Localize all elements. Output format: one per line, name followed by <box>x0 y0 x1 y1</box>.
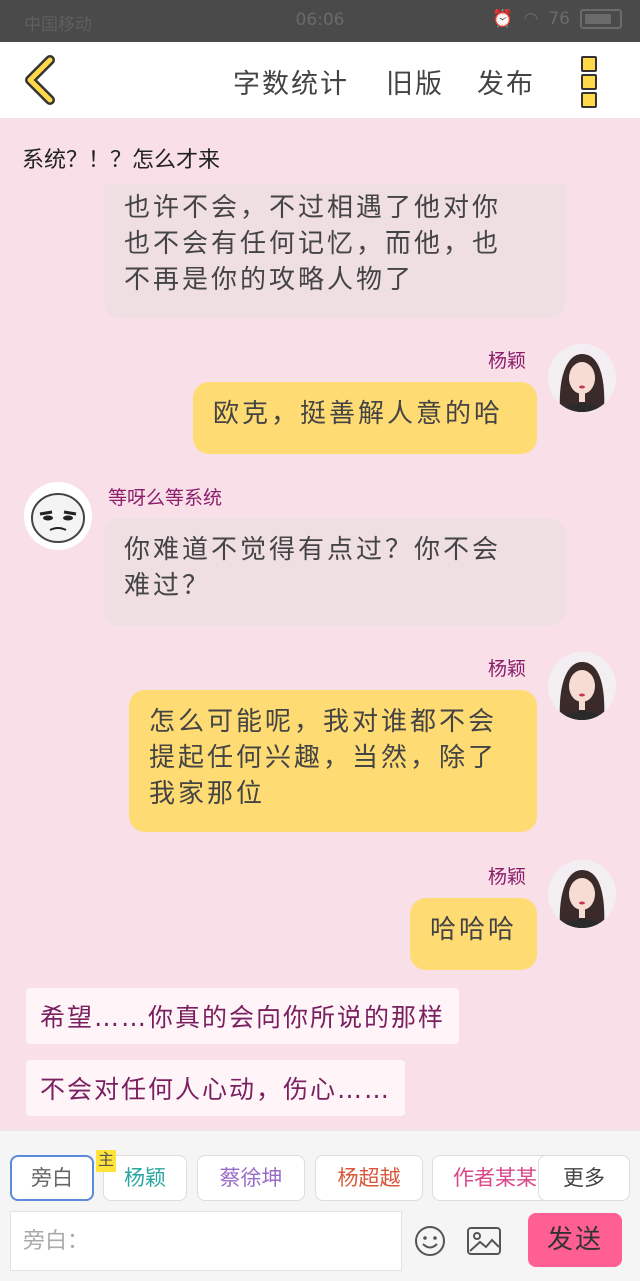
back-button[interactable] <box>16 54 68 106</box>
avatar-image <box>548 652 616 720</box>
chat-area[interactable]: 系统？！？怎么才来 也许不会，不过相遇了他对你 也不会有任何记忆，而他，也 不再… <box>0 118 640 1130</box>
status-bar: 中国移动 06:06 ⏰ ◠ 76 <box>0 0 640 42</box>
message-line: 不再是你的攻略人物了 <box>124 265 415 295</box>
role-tab-caixukun[interactable]: 蔡徐坤 <box>197 1155 305 1201</box>
avatar[interactable] <box>24 482 92 550</box>
message-bubble-left[interactable]: 也许不会，不过相遇了他对你 也不会有任何记忆，而他，也 不再是你的攻略人物了 <box>104 184 566 318</box>
send-button[interactable]: 发送 <box>528 1213 622 1267</box>
avatar[interactable] <box>548 652 616 720</box>
message-line: 也不会有任何记忆，而他，也 <box>124 229 502 259</box>
emoji-button[interactable] <box>414 1225 446 1257</box>
status-icons: ⏰ ◠ 76 <box>492 9 622 29</box>
message-bubble-right[interactable]: 欧克，挺善解人意的哈 <box>193 382 537 454</box>
chevron-left-icon <box>25 55 55 105</box>
main-role-badge: 主 <box>96 1150 116 1172</box>
role-label: 蔡徐坤 <box>219 1166 283 1190</box>
role-label: 旁白 <box>31 1166 73 1190</box>
message-line: 也许不会，不过相遇了他对你 <box>124 193 502 223</box>
word-count-button[interactable]: 字数统计 <box>233 62 349 101</box>
narration-message[interactable]: 不会对任何人心动，伤心…… <box>26 1060 406 1116</box>
avatar-image <box>24 482 92 550</box>
more-roles-button[interactable]: 更多 <box>538 1155 630 1201</box>
more-dot <box>581 74 597 90</box>
top-bar: 字数统计 旧版 发布 <box>0 42 640 118</box>
battery-level: 76 <box>548 9 570 29</box>
message-bubble-right[interactable]: 怎么可能呢，我对谁都不会 提起任何兴趣，当然，除了 我家那位 <box>129 690 537 832</box>
image-button[interactable] <box>466 1225 502 1257</box>
sender-name: 杨颖 <box>488 350 527 372</box>
avatar-image <box>548 860 616 928</box>
more-button[interactable] <box>578 56 600 108</box>
sender-name: 杨颖 <box>488 658 527 680</box>
more-vertical-icon <box>581 56 597 72</box>
image-icon <box>467 1227 501 1255</box>
avatar[interactable] <box>548 860 616 928</box>
message-bubble-right[interactable]: 哈哈哈 <box>410 898 537 970</box>
battery-icon <box>580 9 622 29</box>
wifi-icon: ◠ <box>523 9 539 29</box>
avatar[interactable] <box>548 344 616 412</box>
message-bubble-left[interactable]: 你难道不觉得有点过？你不会 难过？ <box>104 518 566 626</box>
role-tab-yangchaoyue[interactable]: 杨超越 <box>315 1155 423 1201</box>
smiley-icon <box>415 1226 445 1256</box>
message-line: 难过？ <box>124 571 212 601</box>
role-label: 杨超越 <box>337 1166 401 1190</box>
sender-name: 杨颖 <box>488 866 527 888</box>
publish-button[interactable]: 发布 <box>477 62 535 101</box>
system-message: 系统？！？怎么才来 <box>22 148 221 173</box>
more-dot <box>581 92 597 108</box>
message-line: 你难道不觉得有点过？你不会 <box>124 535 502 565</box>
message-input-box[interactable] <box>10 1211 402 1271</box>
message-line: 怎么可能呢，我对谁都不会 <box>149 707 498 737</box>
input-panel: 旁白 主 杨颖 蔡徐坤 杨超越 作者某某 更多 发送 <box>0 1130 640 1281</box>
message-input[interactable] <box>11 1212 401 1270</box>
avatar-image <box>548 344 616 412</box>
message-line: 我家那位 <box>149 779 266 809</box>
sender-name: 等呀么等系统 <box>108 487 223 509</box>
role-tab-yangying[interactable]: 主 杨颖 <box>96 1150 187 1201</box>
role-label: 杨颖 <box>124 1166 166 1190</box>
message-line: 提起任何兴趣，当然，除了 <box>149 743 498 773</box>
role-tab-narrator[interactable]: 旁白 <box>10 1155 94 1201</box>
narration-message[interactable]: 希望……你真的会向你所说的那样 <box>26 988 460 1044</box>
old-version-button[interactable]: 旧版 <box>386 62 444 101</box>
alarm-icon: ⏰ <box>492 9 514 29</box>
role-tab-author[interactable]: 作者某某 <box>432 1155 552 1201</box>
role-label: 作者某某 <box>453 1166 537 1190</box>
